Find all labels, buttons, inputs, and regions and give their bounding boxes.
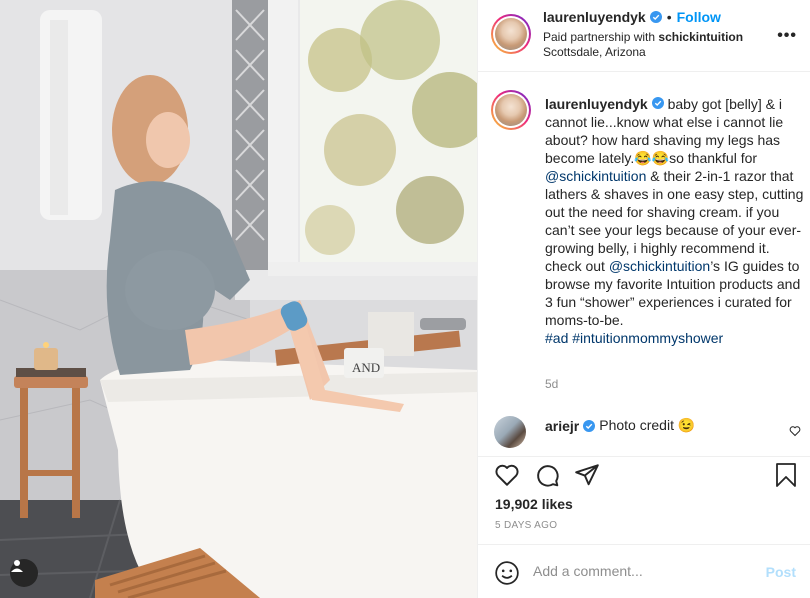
- action-bar: [478, 456, 810, 494]
- verified-badge-icon: [649, 11, 662, 23]
- comment-text-line: ariejr Photo credit 😉: [545, 417, 695, 434]
- comment-row: ariejr Photo credit 😉: [478, 412, 810, 454]
- author-username[interactable]: laurenluyendyk: [543, 9, 646, 25]
- location-link[interactable]: Scottsdale, Arizona: [543, 45, 646, 59]
- comment-input[interactable]: [533, 559, 753, 583]
- comment-body: Photo credit 😉: [599, 417, 696, 433]
- partner-link[interactable]: schickintuition: [658, 30, 743, 44]
- user-icon: [11, 560, 23, 572]
- more-options-icon[interactable]: •••: [777, 27, 797, 45]
- mention-link-2[interactable]: @schickintuition: [609, 258, 710, 274]
- post-date: 5 DAYS AGO: [495, 520, 558, 531]
- post-comment-button[interactable]: Post: [766, 564, 796, 580]
- caption-age: 5d: [545, 377, 559, 391]
- add-comment-bar: Post: [478, 544, 810, 598]
- author-avatar[interactable]: [491, 14, 531, 54]
- paid-partnership-prefix: Paid partnership with: [543, 30, 659, 44]
- caption-verified-badge-icon: [651, 97, 664, 109]
- hashtag-intuitionmommyshower[interactable]: #intuitionmommyshower: [572, 330, 723, 346]
- commenter-verified-badge-icon: [583, 419, 596, 432]
- author-line: laurenluyendyk • Follow: [543, 9, 721, 25]
- post-header: laurenluyendyk • Follow Paid partnership…: [478, 0, 810, 72]
- like-count[interactable]: 19,902 likes: [495, 496, 573, 512]
- emoji-smiley-icon[interactable]: [494, 560, 520, 591]
- comment-bubble-icon[interactable]: [534, 462, 560, 493]
- hashtag-ad[interactable]: #ad: [545, 330, 568, 346]
- paid-partnership-line: Paid partnership with schickintuition: [543, 30, 743, 44]
- bathroom-photo-illustration: AND: [0, 0, 477, 598]
- commenter-avatar[interactable]: [494, 416, 526, 448]
- save-bookmark-icon[interactable]: [774, 462, 798, 493]
- post-photo[interactable]: AND: [0, 0, 477, 598]
- post-side-panel: laurenluyendyk • Follow Paid partnership…: [477, 0, 810, 598]
- comment-like-heart-icon[interactable]: [789, 424, 801, 442]
- commenter-username[interactable]: ariejr: [545, 418, 579, 434]
- caption-block: laurenluyendyk baby got [belly] & i cann…: [478, 72, 810, 412]
- product-jar-label: AND: [352, 360, 380, 375]
- follow-button[interactable]: Follow: [677, 9, 721, 25]
- tagged-users-button[interactable]: [10, 559, 38, 587]
- mention-link-1[interactable]: @schickintuition: [545, 168, 646, 184]
- separator-dot: •: [666, 9, 672, 25]
- like-heart-icon[interactable]: [494, 462, 520, 493]
- share-paper-plane-icon[interactable]: [574, 462, 600, 493]
- caption-username[interactable]: laurenluyendyk: [545, 96, 648, 112]
- caption-avatar[interactable]: [491, 90, 531, 130]
- caption-text: laurenluyendyk baby got [belly] & i cann…: [545, 95, 807, 347]
